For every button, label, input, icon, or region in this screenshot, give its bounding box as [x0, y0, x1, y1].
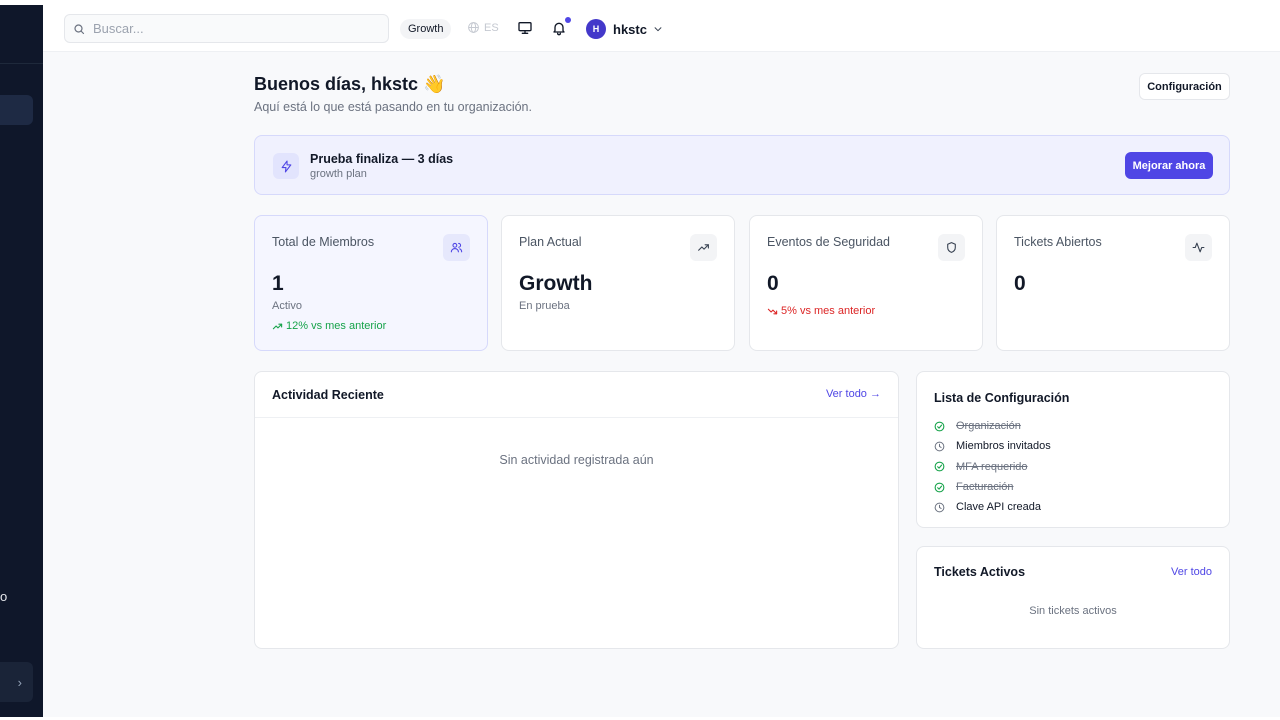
recent-activity-card: Actividad Reciente Ver todo → Sin activi… — [254, 371, 899, 649]
globe-icon — [468, 22, 479, 33]
stat-icon-wrapper — [690, 234, 717, 261]
monitor-icon[interactable] — [517, 20, 533, 36]
users-icon — [450, 242, 463, 253]
activity-icon — [1192, 242, 1205, 253]
card-title: Tickets Activos — [934, 565, 1026, 579]
stat-card-security-events[interactable]: Eventos de Seguridad 0 5% vs mes anterio… — [749, 215, 983, 351]
stat-trend: 12% vs mes anterior — [272, 320, 386, 332]
page-subtitle: Aquí está lo que está pasando en tu orga… — [254, 100, 532, 114]
checklist-item[interactable]: Organización — [934, 416, 1051, 436]
checklist-item[interactable]: Facturación — [934, 477, 1051, 497]
plan-badge[interactable]: Growth — [400, 19, 452, 39]
stat-label: Eventos de Seguridad — [767, 235, 891, 249]
card-divider — [255, 417, 898, 418]
stat-trend: 5% vs mes anterior — [767, 305, 875, 317]
chevron-down-icon — [654, 27, 662, 32]
card-title: Actividad Reciente — [272, 388, 384, 402]
clock-icon — [934, 441, 945, 452]
view-all-activity-link[interactable]: Ver todo → — [826, 388, 881, 400]
sidebar-item-label[interactable]: o — [0, 589, 7, 604]
stat-card-plan[interactable]: Plan Actual Growth En prueba — [501, 215, 735, 351]
checklist-item-label: Facturación — [956, 481, 1014, 494]
trial-title: Prueba finaliza — 3 días — [310, 152, 454, 166]
stat-sub: Activo — [272, 300, 302, 312]
stat-card-members[interactable]: Total de Miembros 1 Activo 12% vs mes an… — [254, 215, 488, 351]
sidebar-collapse-button[interactable]: › — [0, 662, 33, 702]
sidebar-divider — [0, 63, 43, 64]
stat-value: 0 — [767, 272, 779, 295]
top-header: Growth ES H hkstc — [43, 5, 1280, 52]
trial-subtitle: growth plan — [310, 168, 367, 180]
active-tickets-card: Tickets Activos Ver todo Sin tickets act… — [916, 546, 1230, 649]
checklist: Organización Miembros invitados MFA requ… — [934, 416, 1051, 517]
empty-state-text: Sin actividad registrada aún — [499, 453, 654, 467]
check-circle-icon — [934, 461, 945, 472]
stat-trend-text: 5% vs mes anterior — [781, 305, 876, 317]
view-all-tickets-link[interactable]: Ver todo — [1171, 566, 1212, 578]
checklist-item[interactable]: Miembros invitados — [934, 436, 1051, 456]
checklist-item-label: Miembros invitados — [956, 440, 1051, 453]
trending-up-icon — [698, 244, 709, 251]
checklist-item-label: Organización — [956, 420, 1021, 433]
empty-state-text: Sin tickets activos — [1029, 605, 1117, 617]
stat-value: 1 — [272, 272, 284, 295]
avatar: H — [586, 19, 606, 39]
stat-label: Plan Actual — [519, 235, 582, 249]
checklist-item[interactable]: MFA requerido — [934, 457, 1051, 477]
language-code: ES — [484, 21, 499, 34]
chevron-right-icon: › — [17, 674, 22, 690]
bell-icon[interactable] — [551, 20, 567, 36]
checklist-item-label: Clave API creada — [956, 501, 1041, 514]
stat-card-open-tickets[interactable]: Tickets Abiertos 0 — [996, 215, 1230, 351]
checklist-item-label: MFA requerido — [956, 460, 1028, 473]
stat-value: 0 — [1014, 272, 1026, 295]
stat-label: Total de Miembros — [272, 235, 375, 249]
page-title: Buenos días, hkstc 👋 — [254, 74, 446, 94]
trial-banner: Prueba finaliza — 3 días growth plan Mej… — [254, 135, 1230, 195]
trend-up-icon — [272, 323, 283, 329]
trial-icon-wrapper — [273, 153, 299, 179]
notification-dot — [565, 17, 571, 23]
stat-icon-wrapper — [1185, 234, 1212, 261]
search-icon — [74, 23, 85, 34]
clock-icon — [934, 502, 945, 513]
stat-icon-wrapper — [938, 234, 965, 261]
sidebar-item-active[interactable] — [0, 95, 33, 125]
checklist-item[interactable]: Clave API creada — [934, 497, 1051, 517]
trend-down-icon — [767, 308, 778, 314]
settings-button[interactable]: Configuración — [1139, 73, 1230, 100]
stat-label: Tickets Abiertos — [1014, 235, 1102, 249]
setup-checklist-card: Lista de Configuración Organización Miem… — [916, 371, 1230, 528]
shield-icon — [947, 242, 956, 253]
check-circle-icon — [934, 482, 945, 492]
language-switcher[interactable]: ES — [467, 21, 499, 34]
stat-trend-text: 12% vs mes anterior — [286, 320, 387, 332]
sidebar: o › — [0, 5, 43, 717]
search-input[interactable] — [93, 21, 373, 36]
check-circle-icon — [934, 421, 945, 432]
search-box[interactable] — [64, 14, 389, 43]
user-menu[interactable]: H hkstc — [586, 19, 663, 39]
stat-value: Growth — [519, 272, 593, 295]
stat-icon-wrapper — [443, 234, 470, 261]
card-title: Lista de Configuración — [934, 391, 1070, 405]
stat-sub: En prueba — [519, 300, 570, 312]
upgrade-button[interactable]: Mejorar ahora — [1125, 152, 1213, 179]
lightning-icon — [281, 160, 291, 172]
user-name: hkstc — [613, 21, 647, 37]
